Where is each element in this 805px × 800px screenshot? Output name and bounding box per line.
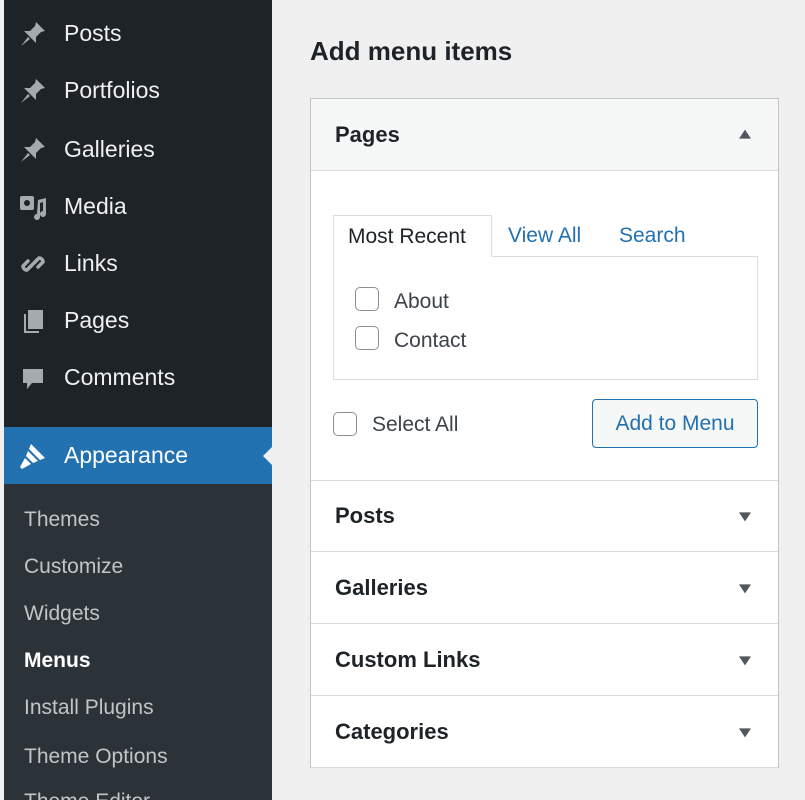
chevron-down-icon[interactable] (739, 512, 751, 522)
sidebar-item-label: Links (64, 250, 118, 276)
pin-icon (18, 135, 48, 165)
sidebar-item-links[interactable]: Links (4, 235, 272, 292)
submenu-install-plugins[interactable]: Install Plugins (24, 696, 154, 720)
add-to-menu-button[interactable]: Add to Menu (592, 399, 758, 448)
section-pages-header[interactable]: Pages (311, 99, 778, 171)
menu-items-accordion: Pages Most Recent View All Search About … (310, 98, 779, 768)
chevron-up-icon[interactable] (739, 129, 751, 139)
comment-icon (18, 363, 48, 393)
section-label: Galleries (335, 574, 428, 600)
section-label: Categories (335, 718, 449, 744)
submenu-theme-editor[interactable]: Theme Editor (24, 790, 150, 800)
sidebar-item-appearance[interactable]: Appearance (4, 427, 272, 484)
section-label: Custom Links (335, 646, 481, 672)
sidebar-item-posts[interactable]: Posts (4, 5, 272, 62)
pages-icon (18, 306, 48, 336)
admin-sidebar: Posts Portfolios Galleries Media Links P… (0, 0, 272, 800)
most-recent-panel: About Contact (333, 256, 758, 380)
appearance-submenu: Themes Customize Widgets Menus Install P… (4, 484, 272, 800)
submenu-menus[interactable]: Menus (24, 649, 91, 673)
submenu-customize[interactable]: Customize (24, 555, 123, 579)
tab-most-recent[interactable]: Most Recent (333, 215, 492, 257)
submenu-theme-options[interactable]: Theme Options (24, 745, 168, 769)
submenu-themes[interactable]: Themes (24, 508, 100, 532)
select-all-checkbox[interactable] (333, 412, 357, 436)
active-indicator (263, 446, 272, 465)
sidebar-item-label: Comments (64, 364, 176, 390)
link-icon (18, 249, 48, 279)
select-all-label: Select All (372, 413, 459, 436)
tab-view-all[interactable]: View All (508, 215, 581, 257)
paintbrush-icon (18, 441, 48, 471)
section-label: Posts (335, 503, 395, 528)
sidebar-item-galleries[interactable]: Galleries (4, 121, 272, 178)
pin-icon (18, 76, 48, 106)
section-posts-header[interactable]: Posts (311, 480, 778, 552)
sidebar-item-label: Media (64, 193, 127, 219)
pin-icon (18, 19, 48, 49)
sidebar-item-media[interactable]: Media (4, 178, 272, 235)
sidebar-item-label: Appearance (64, 442, 189, 468)
sidebar-item-pages[interactable]: Pages (4, 292, 272, 349)
checkbox-about[interactable] (355, 287, 379, 311)
page-title: Add menu items (310, 36, 513, 66)
chevron-down-icon[interactable] (739, 655, 751, 665)
sidebar-item-label: Pages (64, 307, 130, 333)
tab-search[interactable]: Search (619, 215, 686, 257)
section-categories-header[interactable]: Categories (311, 696, 778, 768)
sidebar-item-label: Galleries (64, 136, 155, 162)
sidebar-item-portfolios[interactable]: Portfolios (4, 62, 272, 119)
checkbox-contact[interactable] (355, 326, 379, 350)
submenu-widgets[interactable]: Widgets (24, 602, 100, 626)
media-icon (18, 192, 48, 222)
sidebar-item-label: Posts (64, 20, 122, 46)
sidebar-item-label: Portfolios (64, 77, 160, 103)
section-galleries-header[interactable]: Galleries (311, 552, 778, 624)
chevron-down-icon[interactable] (739, 727, 751, 737)
checkbox-label: Contact (394, 329, 467, 352)
checkbox-label: About (394, 290, 449, 313)
section-custom-links-header[interactable]: Custom Links (311, 624, 778, 696)
section-label: Pages (335, 121, 400, 147)
sidebar-item-comments[interactable]: Comments (4, 349, 272, 406)
chevron-down-icon[interactable] (739, 583, 751, 593)
